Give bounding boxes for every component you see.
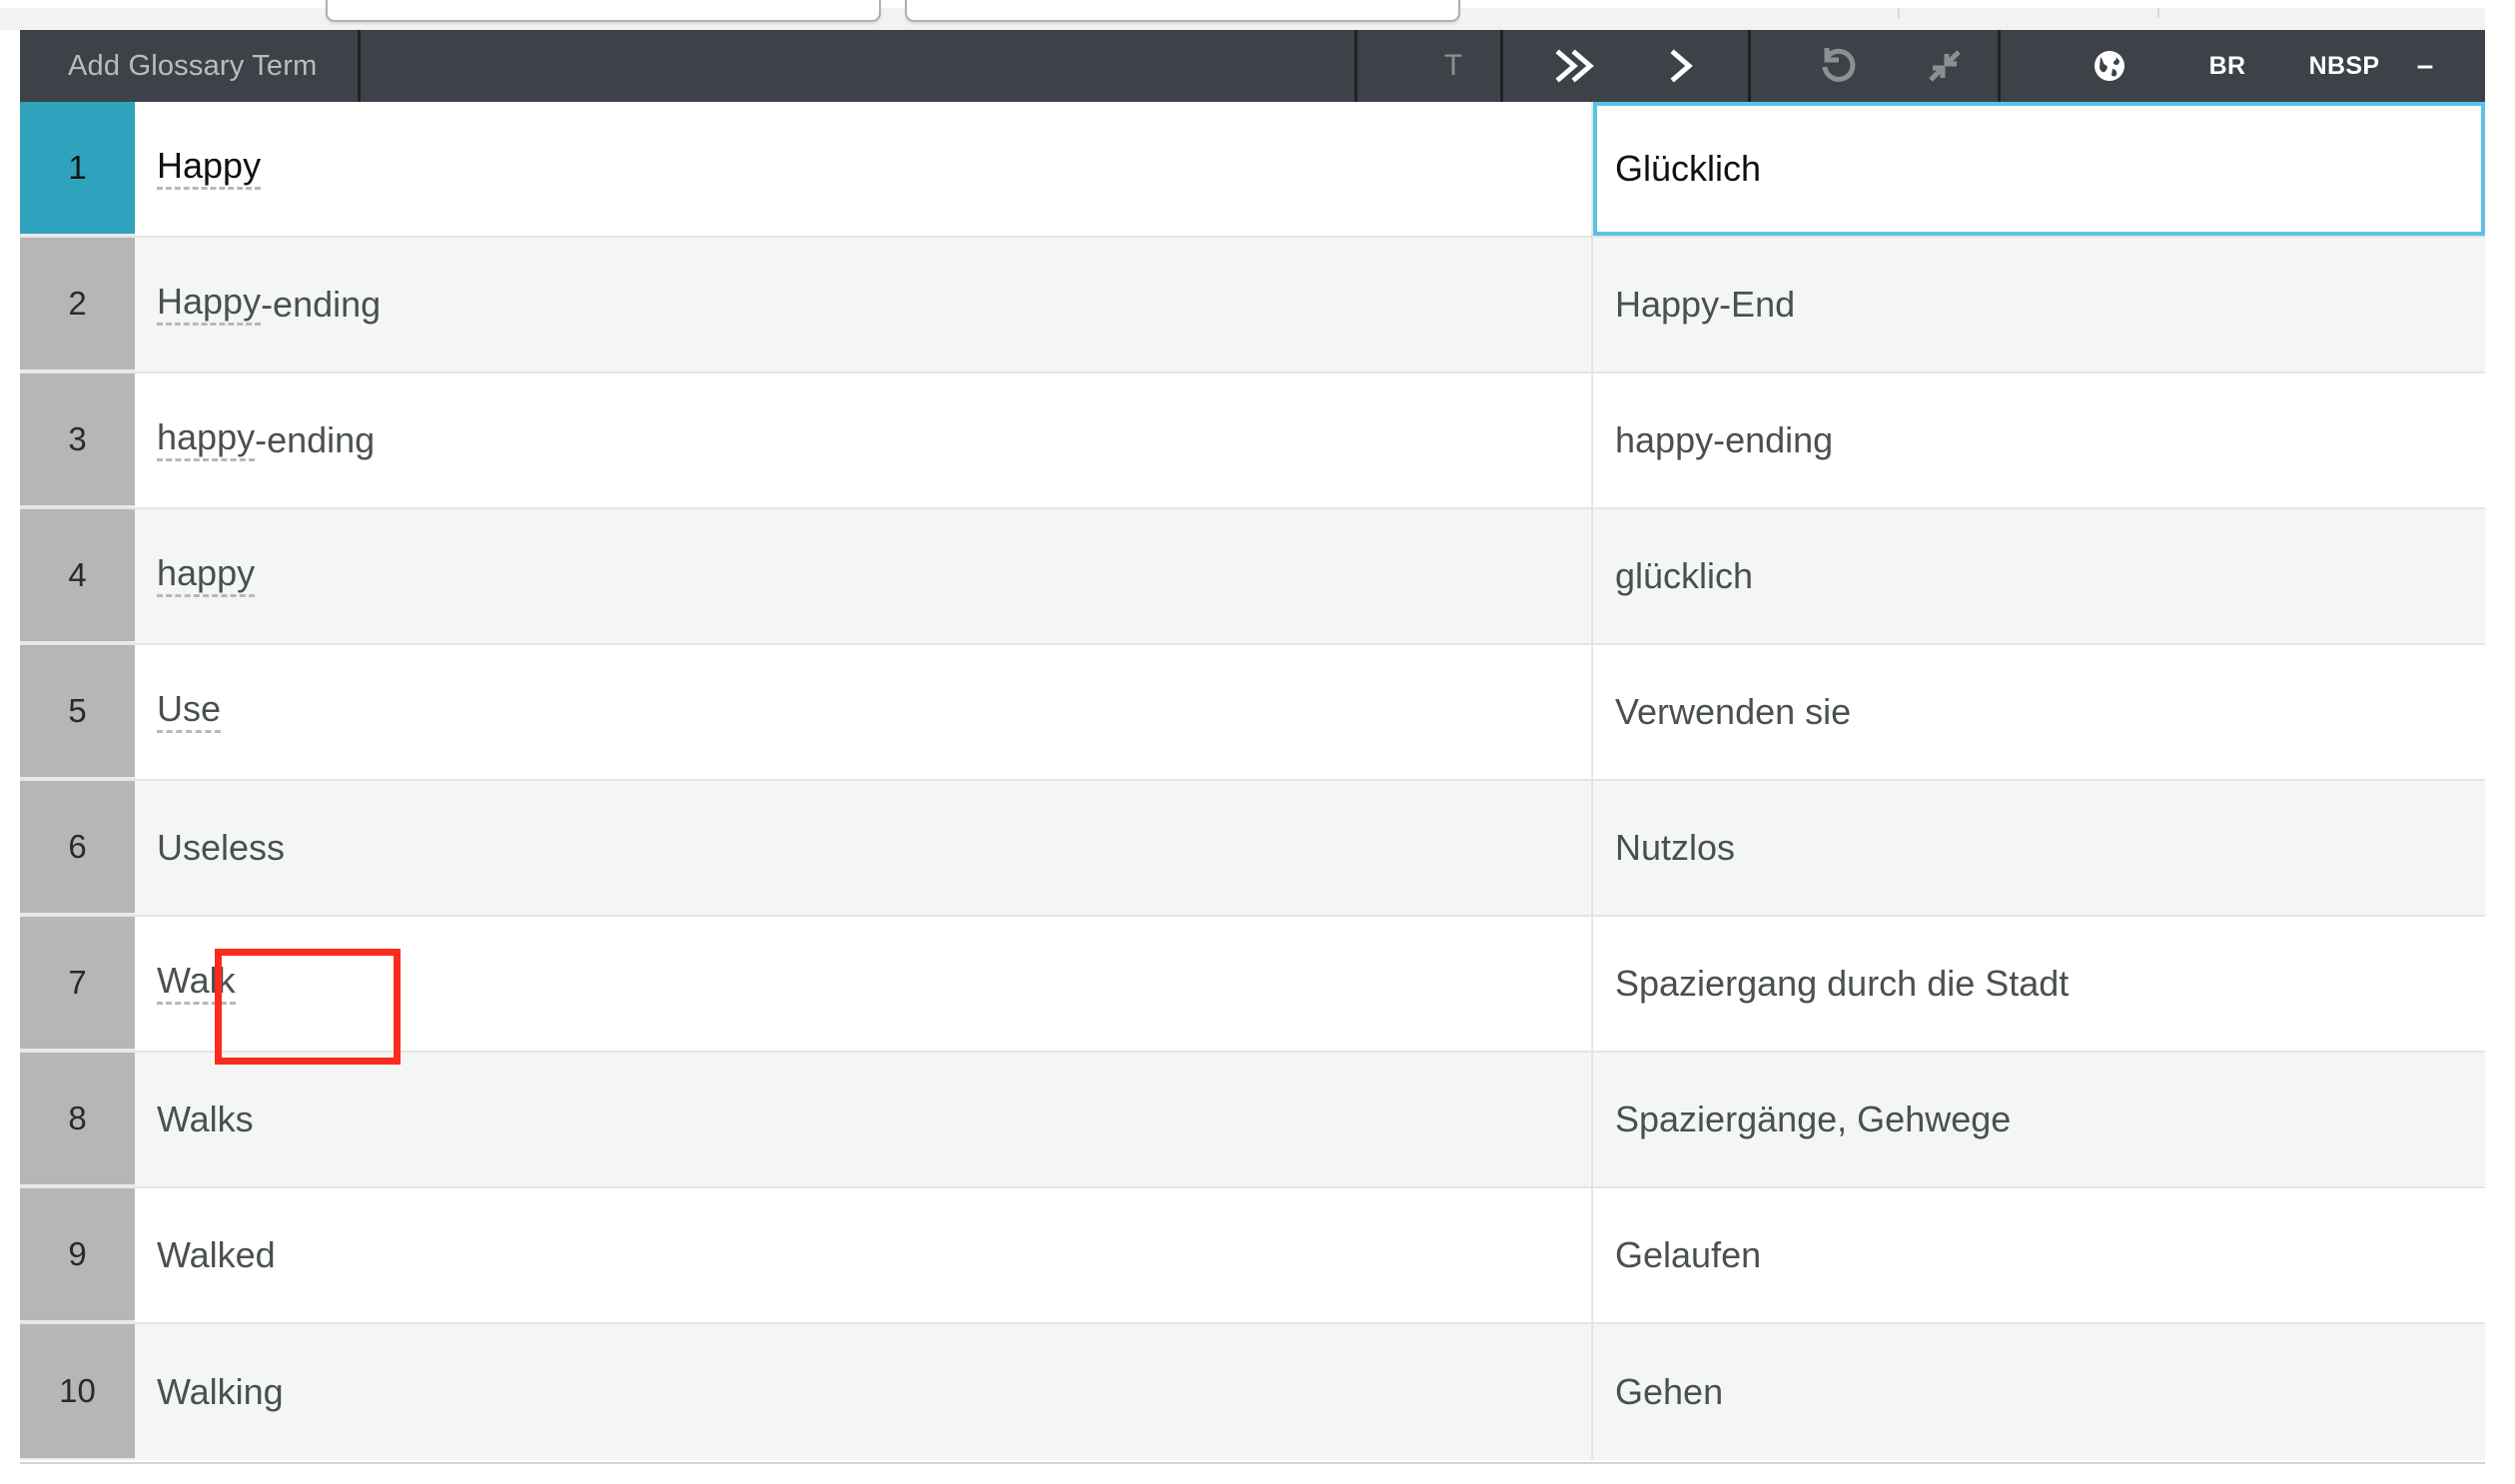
target-term-cell[interactable]: happy-ending	[1593, 373, 2485, 507]
target-term-text: Verwenden sie	[1615, 691, 1851, 733]
nbsp-tag-button[interactable]: NBSP	[2279, 30, 2409, 102]
collapse-arrows-icon[interactable]	[1900, 30, 1990, 102]
left-page-margin	[0, 30, 20, 1484]
br-tag-label: BR	[2209, 52, 2246, 81]
source-term-text: Walked	[157, 1234, 276, 1276]
target-term-cell[interactable]: Nutzlos	[1593, 781, 2485, 915]
table-row[interactable]: 10 Walking Gehen	[20, 1324, 2485, 1460]
table-row[interactable]: 3happy-endinghappy-ending	[20, 373, 2485, 509]
source-term-misspelled-text: happy	[157, 555, 255, 597]
row-number[interactable]: 10	[20, 1324, 135, 1460]
source-term-cell[interactable]: happy-ending	[135, 373, 1593, 507]
undo-icon[interactable]	[1794, 30, 1884, 102]
en-dash-button[interactable]: –	[2395, 30, 2455, 102]
target-term-text: happy-ending	[1615, 419, 1833, 461]
globe-icon[interactable]	[2070, 30, 2149, 102]
chevron-right-icon[interactable]	[1636, 30, 1726, 102]
target-term-cell[interactable]: Happy-End	[1593, 238, 2485, 371]
toolbar-divider-5	[1998, 30, 2001, 102]
source-term-cell[interactable]: happy	[135, 509, 1593, 643]
source-term-cell[interactable]: Walks	[135, 1053, 1593, 1186]
target-term-text: glücklich	[1615, 555, 1753, 597]
row-number[interactable]: 3	[20, 373, 135, 507]
target-term-cell[interactable]: Gelaufen	[1593, 1188, 2485, 1322]
table-row[interactable]: 7 Walk Spaziergang durch die Stadt	[20, 917, 2485, 1053]
target-term-cell[interactable]: Spaziergang durch die Stadt	[1593, 917, 2485, 1051]
nbsp-tag-label: NBSP	[2309, 52, 2380, 81]
toolbar-divider-1	[358, 30, 361, 102]
right-page-margin	[2485, 0, 2515, 1484]
glossary-editor-screen: Add Glossary Term T	[0, 0, 2515, 1484]
target-term-text: Glücklich	[1615, 148, 1761, 190]
target-term-text: Spaziergang durch die Stadt	[1615, 963, 2069, 1005]
target-term-cell-active[interactable]: Glücklich	[1593, 102, 2485, 236]
table-row[interactable]: 9 Walked Gelaufen	[20, 1188, 2485, 1324]
glossary-table: 1HappyGlücklich2Happy-endingHappy-End3ha…	[20, 102, 2485, 1464]
en-dash-label: –	[2417, 49, 2434, 83]
source-term-text: Useless	[157, 827, 285, 869]
source-term-cell[interactable]: Happy	[135, 102, 1593, 236]
br-tag-button[interactable]: BR	[2187, 30, 2267, 102]
table-row[interactable]: 1 Happy Glücklich	[20, 102, 2485, 238]
table-row[interactable]: 4 happy glücklich	[20, 509, 2485, 645]
source-term-text: Walks	[157, 1099, 254, 1140]
target-term-cell[interactable]: Gehen	[1593, 1324, 2485, 1460]
source-term-text: -ending	[261, 284, 381, 326]
double-chevron-right-icon[interactable]	[1530, 30, 1620, 102]
source-term-misspelled-text: Happy	[157, 148, 261, 190]
glossary-toolbar: Add Glossary Term T	[20, 30, 2485, 102]
source-term-cell[interactable]: Walked	[135, 1188, 1593, 1322]
bottom-page-margin	[0, 1464, 2515, 1484]
source-term-misspelled-text: Happy	[157, 284, 261, 326]
partial-input-left[interactable]	[326, 0, 881, 22]
toolbar-divider-3	[1500, 30, 1503, 102]
row-number[interactable]: 1	[20, 102, 135, 236]
table-row[interactable]: 6 Useless Nutzlos	[20, 781, 2485, 917]
source-term-cell[interactable]: Useless	[135, 781, 1593, 915]
table-row[interactable]: 5 Use Verwenden sie	[20, 645, 2485, 781]
target-term-text: Gelaufen	[1615, 1234, 1761, 1276]
target-term-cell[interactable]: Verwenden sie	[1593, 645, 2485, 779]
row-number[interactable]: 7	[20, 917, 135, 1051]
text-format-glyph: T	[1444, 49, 1462, 83]
table-row[interactable]: 8 Walks Spaziergänge, Gehwege	[20, 1053, 2485, 1188]
partial-input-right[interactable]	[905, 0, 1460, 22]
target-term-text: Nutzlos	[1615, 827, 1735, 869]
source-term-misspelled-text: Use	[157, 691, 221, 733]
source-term-text: -ending	[255, 419, 375, 461]
row-number[interactable]: 2	[20, 238, 135, 371]
toolbar-title: Add Glossary Term	[68, 30, 317, 102]
top-partial-strip	[0, 0, 2515, 31]
source-term-cell[interactable]: Happy-ending	[135, 238, 1593, 371]
divider-tick-2	[2157, 8, 2159, 18]
source-term-misspelled-text: happy	[157, 419, 255, 461]
toolbar-divider-4	[1748, 30, 1751, 102]
source-term-text: Walking	[157, 1371, 284, 1413]
row-number[interactable]: 6	[20, 781, 135, 915]
target-term-text: Happy-End	[1615, 284, 1795, 326]
divider-tick-1	[1898, 8, 1900, 18]
row-number[interactable]: 5	[20, 645, 135, 779]
target-term-text: Spaziergänge, Gehwege	[1615, 1099, 2011, 1140]
text-format-icon[interactable]: T	[1408, 30, 1498, 102]
source-term-cell[interactable]: Use	[135, 645, 1593, 779]
target-term-cell[interactable]: glücklich	[1593, 509, 2485, 643]
target-term-cell[interactable]: Spaziergänge, Gehwege	[1593, 1053, 2485, 1186]
row-number[interactable]: 8	[20, 1053, 135, 1186]
target-term-text: Gehen	[1615, 1371, 1723, 1413]
table-row[interactable]: 2Happy-endingHappy-End	[20, 238, 2485, 373]
source-term-cell[interactable]: Walking	[135, 1324, 1593, 1460]
row-number[interactable]: 4	[20, 509, 135, 643]
toolbar-divider-2	[1354, 30, 1357, 102]
source-term-misspelled-text: Walk	[157, 963, 236, 1005]
row-number[interactable]: 9	[20, 1188, 135, 1322]
source-term-cell[interactable]: Walk	[135, 917, 1593, 1051]
